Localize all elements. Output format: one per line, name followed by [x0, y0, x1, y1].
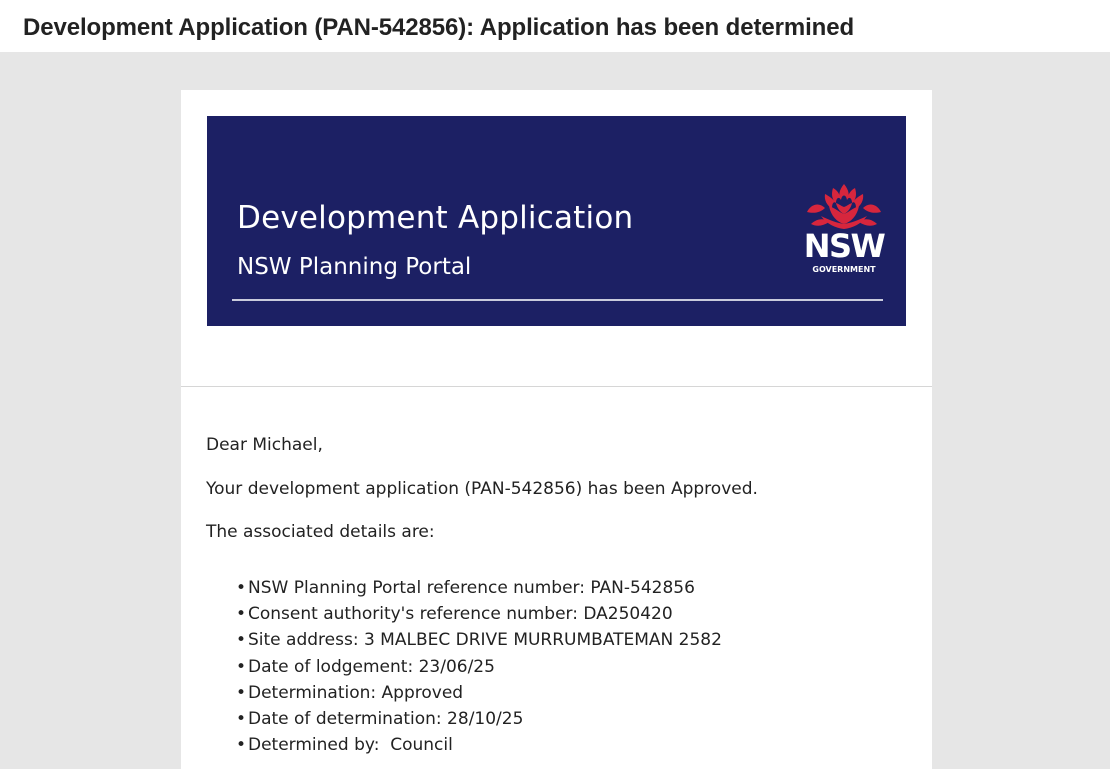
detail-determination-date: Date of determination: 28/10/25	[248, 708, 524, 729]
bullet-glyph: •	[236, 630, 247, 651]
detail-determined-by: Determined by: Council	[248, 735, 453, 756]
section-divider	[181, 386, 932, 387]
status-text: Your development application (PAN-542856…	[206, 479, 758, 499]
details-intro-text: The associated details are:	[206, 522, 435, 542]
list-item: • Date of determination: 28/10/25	[236, 706, 722, 732]
list-item: • Determination: Approved	[236, 680, 722, 706]
email-body-card: Development Application NSW Planning Por…	[181, 90, 932, 769]
detail-reference-number: NSW Planning Portal reference number: PA…	[248, 578, 695, 598]
bullet-glyph: •	[236, 656, 247, 677]
greeting-text: Dear Michael,	[206, 435, 323, 455]
details-list: • NSW Planning Portal reference number: P…	[236, 575, 722, 758]
banner-subtitle: NSW Planning Portal	[237, 254, 472, 280]
email-subject: Development Application (PAN-542856): Ap…	[23, 14, 855, 41]
list-item: • Site address: 3 MALBEC DRIVE MURRUMBATE…	[236, 627, 722, 653]
bullet-glyph: •	[236, 578, 247, 598]
detail-determination: Determination: Approved	[248, 682, 464, 703]
list-item: • Date of lodgement: 23/06/25	[236, 654, 722, 680]
email-subject-bar: Development Application (PAN-542856): Ap…	[0, 0, 1110, 52]
logo-wordmark: NSW	[803, 227, 886, 265]
banner-divider	[232, 299, 883, 301]
header-banner: Development Application NSW Planning Por…	[207, 116, 906, 326]
detail-consent-reference: Consent authority's reference number: DA…	[248, 604, 673, 625]
nsw-government-logo: NSW GOVERNMENT	[803, 182, 886, 282]
bullet-glyph: •	[236, 604, 247, 625]
bullet-glyph: •	[236, 735, 247, 756]
banner-title: Development Application	[237, 200, 634, 236]
bullet-glyph: •	[236, 708, 247, 729]
bullet-glyph: •	[236, 682, 247, 703]
detail-site-address: Site address: 3 MALBEC DRIVE MURRUMBATEM…	[248, 630, 722, 651]
detail-lodgement-date: Date of lodgement: 23/06/25	[248, 656, 495, 677]
list-item: • NSW Planning Portal reference number: P…	[236, 575, 722, 601]
list-item: • Determined by: Council	[236, 732, 722, 758]
email-viewer[interactable]: Development Application NSW Planning Por…	[0, 52, 1110, 769]
list-item: • Consent authority's reference number: D…	[236, 601, 722, 627]
logo-subtext: GOVERNMENT	[812, 265, 876, 274]
